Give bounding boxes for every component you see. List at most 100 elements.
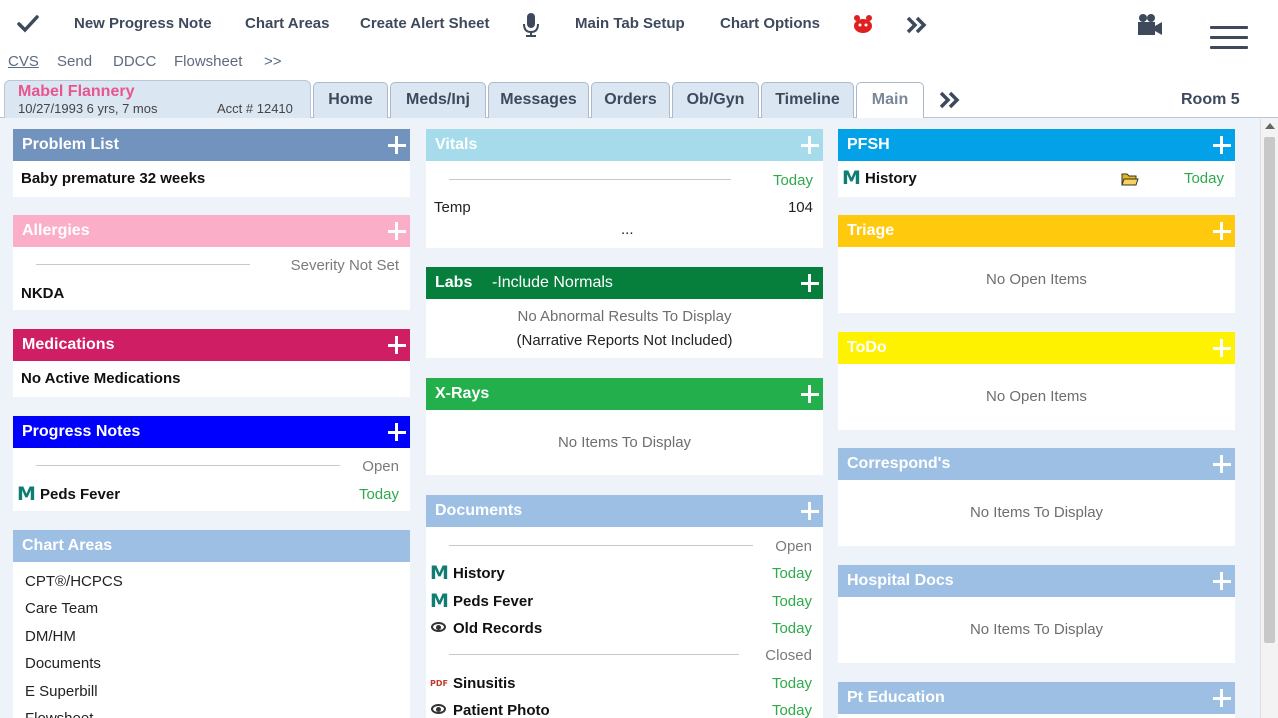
corresponds-title: Correspond's (847, 455, 951, 472)
medication-item: No Active Medications (21, 370, 181, 387)
chart-areas-header: Chart Areas (13, 530, 410, 562)
chart-area-item[interactable]: E Superbill (25, 683, 98, 700)
tab-bar: Mabel Flannery 10/27/1993 6 yrs, 7 mos A… (0, 80, 1278, 118)
vitals-title: Vitals (435, 136, 478, 153)
xrays-header: X-Rays (426, 378, 823, 410)
add-correspondence-plus-icon[interactable] (1213, 451, 1231, 477)
add-todo-plus-icon[interactable] (1213, 335, 1231, 361)
chart-area-item[interactable]: CPT®/HCPCS (25, 573, 123, 590)
temp-label: Temp (434, 199, 471, 216)
add-document-plus-icon[interactable] (801, 498, 819, 524)
patient-account: Acct # 12410 (217, 101, 293, 116)
labs-title: Labs (435, 274, 473, 291)
document-item[interactable]: Sinusitis (453, 675, 516, 692)
scroll-up-arrow-icon[interactable] (1265, 123, 1275, 129)
add-allergy-plus-icon[interactable] (388, 218, 406, 244)
double-chevron-right-icon[interactable] (906, 16, 928, 34)
divider (449, 179, 731, 180)
todo-panel: ToDo No Open Items (838, 332, 1235, 430)
include-normals-link[interactable]: -Include Normals (492, 267, 613, 299)
top-toolbar: New Progress Note Chart Areas Create Ale… (0, 0, 1278, 50)
more-link[interactable]: >> (264, 53, 282, 70)
document-date: Today (771, 565, 812, 582)
tab-timeline[interactable]: Timeline (761, 82, 854, 118)
new-progress-note-button[interactable]: New Progress Note (74, 15, 212, 32)
tab-orders[interactable]: Orders (591, 82, 670, 118)
document-item[interactable]: Peds Fever (453, 593, 533, 610)
document-date: Today (771, 593, 812, 610)
xrays-panel: X-Rays No Items To Display (426, 378, 823, 475)
document-date: Today (771, 675, 812, 692)
problem-list-header: Problem List (13, 129, 410, 161)
video-camera-icon[interactable] (1137, 13, 1163, 37)
open-folder-icon[interactable] (1121, 171, 1139, 187)
cvs-link[interactable]: CVS (8, 53, 39, 70)
allergies-header: Allergies (13, 215, 410, 247)
tab-main[interactable]: Main (856, 82, 924, 118)
sub-toolbar: CVS Send DDCC Flowsheet >> (0, 50, 1278, 80)
allergy-severity: Severity Not Set (290, 257, 399, 274)
tab-messages[interactable]: Messages (488, 82, 589, 118)
add-hospital-doc-plus-icon[interactable] (1213, 568, 1231, 594)
document-date: Today (771, 702, 812, 718)
triage-title: Triage (847, 222, 895, 239)
progress-note-item[interactable]: Peds Fever (40, 486, 120, 503)
microphone-icon[interactable] (523, 12, 539, 38)
allergies-panel: Allergies Severity Not Set NKDA (13, 215, 410, 310)
chart-area-item[interactable]: Flowsheet (25, 710, 93, 718)
pfsh-title: PFSH (847, 136, 890, 153)
add-pt-education-plus-icon[interactable] (1213, 685, 1231, 711)
tabs-more-chevron-icon[interactable] (939, 91, 961, 109)
add-vitals-plus-icon[interactable] (801, 132, 819, 158)
patient-name: Mabel Flannery (18, 83, 135, 100)
bug-icon[interactable] (852, 14, 874, 34)
scroll-thumb[interactable] (1264, 137, 1275, 643)
corresponds-header: Correspond's (838, 448, 1235, 480)
pfsh-date: Today (1183, 170, 1224, 187)
todo-header: ToDo (838, 332, 1235, 364)
checkmark-icon[interactable] (17, 15, 39, 33)
chart-area-item[interactable]: DM/HM (25, 628, 76, 645)
documents-panel: Documents Open M History Today M Peds Fe… (426, 495, 823, 718)
main-tab-setup-button[interactable]: Main Tab Setup (575, 15, 685, 32)
document-item[interactable]: Old Records (453, 620, 542, 637)
pfsh-item[interactable]: History (865, 170, 917, 187)
divider (36, 264, 250, 265)
temp-value[interactable]: 104 (788, 199, 813, 216)
send-link[interactable]: Send (57, 53, 92, 70)
chart-areas-button[interactable]: Chart Areas (245, 15, 329, 32)
allergy-item[interactable]: NKDA (21, 285, 64, 302)
labs-no-abnormal: No Abnormal Results To Display (517, 308, 732, 325)
triage-header: Triage (838, 215, 1235, 247)
chart-area-item[interactable]: Documents (25, 655, 101, 672)
create-alert-sheet-button[interactable]: Create Alert Sheet (360, 15, 490, 32)
problem-item[interactable]: Baby premature 32 weeks (21, 170, 205, 187)
add-progress-note-plus-icon[interactable] (388, 419, 406, 445)
vertical-scrollbar[interactable] (1260, 119, 1278, 718)
add-xray-plus-icon[interactable] (801, 381, 819, 407)
add-medication-plus-icon[interactable] (388, 332, 406, 358)
document-item[interactable]: Patient Photo (453, 702, 550, 718)
add-pfsh-plus-icon[interactable] (1213, 132, 1231, 158)
vitals-more[interactable]: ... (621, 221, 634, 238)
add-triage-plus-icon[interactable] (1213, 218, 1231, 244)
vitals-date: Today (772, 172, 813, 189)
tab-home[interactable]: Home (313, 82, 388, 118)
patient-header[interactable]: Mabel Flannery 10/27/1993 6 yrs, 7 mos A… (4, 80, 311, 118)
pdf-icon: PDF (430, 679, 448, 688)
chart-area-item[interactable]: Care Team (25, 600, 98, 617)
tab-ob-gyn[interactable]: Ob/Gyn (672, 82, 759, 118)
chart-options-button[interactable]: Chart Options (720, 15, 820, 32)
document-item[interactable]: History (453, 565, 505, 582)
add-problem-plus-icon[interactable] (388, 132, 406, 158)
ddcc-link[interactable]: DDCC (113, 53, 156, 70)
corresponds-empty-msg: No Items To Display (969, 504, 1104, 521)
menu-icon[interactable] (1210, 26, 1248, 50)
todo-title: ToDo (847, 339, 887, 356)
documents-open-label: Open (775, 538, 812, 555)
add-labs-plus-icon[interactable] (801, 270, 819, 296)
tab-meds-inj[interactable]: Meds/Inj (390, 82, 486, 118)
flowsheet-link[interactable]: Flowsheet (174, 53, 242, 70)
progress-notes-panel: Progress Notes Open M Peds Fever Today (13, 416, 410, 511)
problem-list-title: Problem List (22, 136, 119, 153)
